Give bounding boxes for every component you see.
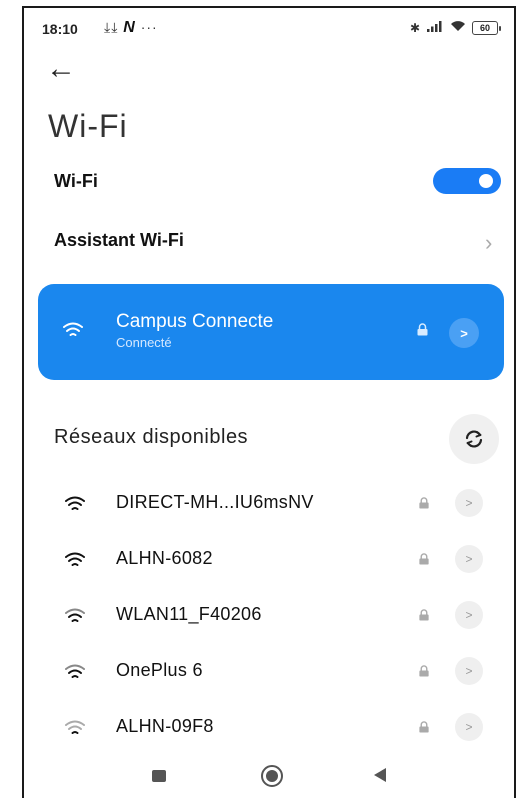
lock-icon xyxy=(418,552,430,570)
network-row[interactable]: WLAN11_F40206 > xyxy=(24,588,514,644)
lock-icon xyxy=(418,664,430,682)
refresh-button[interactable] xyxy=(449,414,499,464)
network-details-button[interactable]: > xyxy=(455,489,483,517)
network-row[interactable]: ALHN-6082 > xyxy=(24,532,514,588)
network-details-button[interactable]: > xyxy=(455,545,483,573)
signal-icon xyxy=(426,20,444,35)
wifi-signal-icon xyxy=(64,664,86,685)
wifi-signal-icon xyxy=(62,322,84,343)
network-name: OnePlus 6 xyxy=(116,660,203,680)
network-details-button[interactable]: > xyxy=(455,601,483,629)
network-name: ALHN-09F8 xyxy=(116,716,214,736)
network-name: WLAN11_F40206 xyxy=(116,604,262,624)
more-dots-icon: ··· xyxy=(140,19,158,35)
status-right-icons: ✱ 60 xyxy=(409,20,501,35)
wifi-toggle[interactable] xyxy=(433,168,501,194)
chevron-right-icon[interactable]: › xyxy=(485,230,492,256)
phone-screen: 18:10 ⤓⤓ N ··· ✱ 60 ← Wi-Fi Wi-Fi Assist… xyxy=(22,6,516,798)
network-details-button[interactable]: > xyxy=(449,318,479,348)
wifi-signal-icon xyxy=(64,552,86,573)
available-networks-title: Réseaux disponibles xyxy=(54,426,249,448)
n-app-icon: N xyxy=(123,19,136,36)
page-title: Wi-Fi xyxy=(48,108,128,144)
connected-network-card[interactable]: Campus Connecte Connecté > xyxy=(38,284,504,380)
wifi-signal-icon xyxy=(64,608,86,629)
lock-icon xyxy=(418,720,430,738)
wifi-toggle-label: Wi-Fi xyxy=(54,171,98,191)
assistant-wifi-label[interactable]: Assistant Wi-Fi xyxy=(54,230,184,251)
wifi-signal-icon xyxy=(64,496,86,517)
back-arrow-icon[interactable]: ← xyxy=(46,54,76,84)
network-row[interactable]: ALHN-09F8 > xyxy=(24,700,514,756)
network-details-button[interactable]: > xyxy=(455,657,483,685)
status-bar: 18:10 ⤓⤓ N ··· ✱ 60 xyxy=(24,8,514,48)
download-icon: ⤓⤓ xyxy=(104,19,119,35)
home-button[interactable] xyxy=(261,765,283,787)
status-time: 18:10 xyxy=(42,21,78,37)
recents-button[interactable] xyxy=(152,770,166,782)
battery-icon: 60 xyxy=(472,20,501,35)
wifi-signal-icon xyxy=(64,720,86,741)
connected-network-name: Campus Connecte xyxy=(116,311,274,332)
notification-icons: ⤓⤓ N ··· xyxy=(104,19,158,37)
connected-network-status: Connecté xyxy=(116,335,172,350)
network-details-button[interactable]: > xyxy=(455,713,483,741)
network-row[interactable]: OnePlus 6 > xyxy=(24,644,514,700)
network-name: ALHN-6082 xyxy=(116,548,213,568)
lock-icon xyxy=(418,608,430,626)
lock-icon xyxy=(418,496,430,514)
back-button[interactable] xyxy=(374,768,386,782)
toggle-knob xyxy=(479,174,493,188)
navigation-bar xyxy=(24,758,514,798)
network-name: DIRECT-MH...IU6msNV xyxy=(116,492,314,512)
lock-icon xyxy=(416,323,429,341)
bluetooth-icon: ✱ xyxy=(409,20,420,35)
refresh-icon xyxy=(465,430,483,448)
network-row[interactable]: DIRECT-MH...IU6msNV > xyxy=(24,476,514,532)
wifi-status-icon xyxy=(450,20,466,35)
